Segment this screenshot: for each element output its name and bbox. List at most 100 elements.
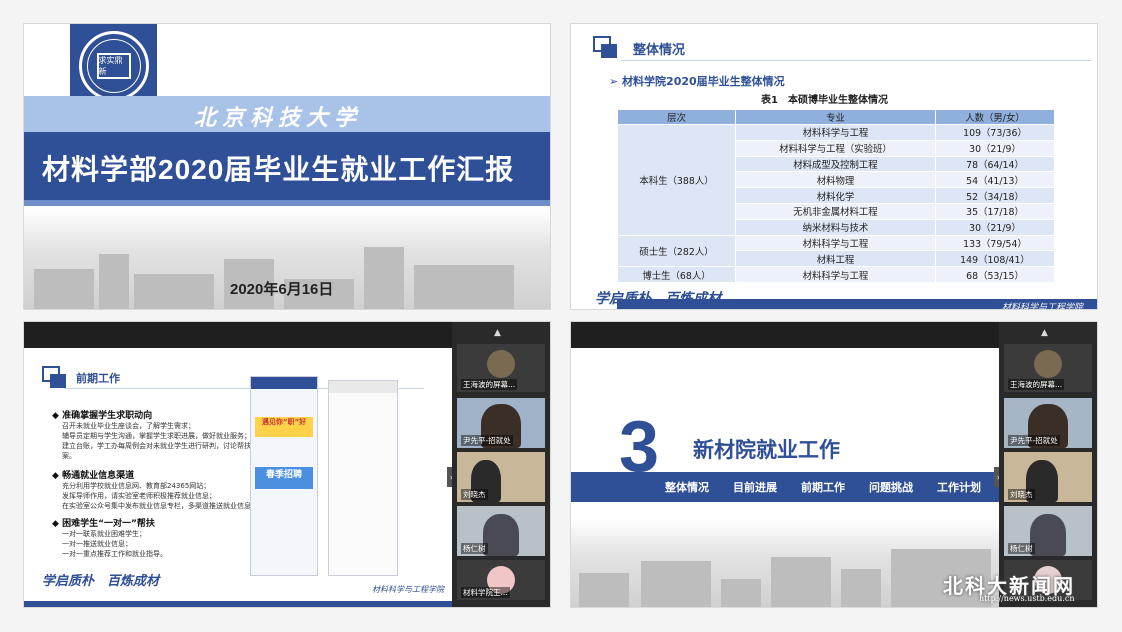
participant-tile[interactable]: 材料学院王...	[457, 560, 545, 600]
bullet-line: 辅导员定期与学生沟通，掌握学生求职进展，做好就业服务；	[62, 432, 251, 440]
agenda-nav: 整体情况 目前进展 前期工作 问题挑战 工作计划	[571, 472, 1001, 502]
bullet-heading-2-text: 畅通就业信息渠道	[62, 471, 135, 481]
footer-department: 材料科学与工程学院	[1001, 303, 1083, 310]
level-cell: 本科生（388人）	[617, 124, 736, 236]
wechat-screenshot-2	[328, 380, 398, 576]
phone-banner-1: 遇见你“职”好	[255, 417, 313, 437]
participant-name: 尹先平-招就处	[461, 435, 513, 446]
participant-tile[interactable]: 尹先平-招就处	[1004, 398, 1092, 448]
chevron-up-icon[interactable]: ▲	[1041, 328, 1048, 338]
participant-video	[483, 514, 519, 556]
graduate-stats-table: 层次 专业 人数（男/女） 本科生（388人） 材料科学与工程 109（73/3…	[617, 109, 1055, 283]
major-cell: 材料工程	[735, 250, 936, 268]
table-caption: 表1 本硕博毕业生整体情况	[761, 95, 888, 106]
agenda-item: 目前进展	[733, 481, 777, 494]
footer-department: 材料科学与工程学院	[372, 585, 444, 594]
overall-table-slide-panel: 整体情况 ➢ 材料学院2020届毕业生整体情况 表1 本硕博毕业生整体情况 层次…	[570, 23, 1098, 310]
bullet-heading-3: ◆ 困难学生“一对一”帮扶	[52, 519, 155, 529]
count-cell: 52（34/18）	[935, 187, 1055, 204]
table-row: 本科生（388人） 材料科学与工程 109（73/36）	[617, 124, 1055, 236]
bullet-line: 发挥导师作用，请实验室老师积极推荐就业信息；	[62, 492, 216, 500]
major-cell: 材料化学	[735, 187, 936, 204]
bullet-heading-1-text: 准确掌握学生求职动向	[62, 411, 153, 421]
major-cell: 纳米材料与技术	[735, 218, 936, 236]
participant-name: 杨仁树	[461, 543, 488, 554]
major-cell: 无机非金属材料工程	[735, 202, 936, 220]
count-cell: 149（108/41）	[935, 250, 1055, 268]
major-cell: 材料科学与工程	[735, 234, 936, 252]
title-band-stripe	[24, 200, 550, 206]
bullet-line: 一对一推送就业信息；	[62, 540, 132, 548]
chevron-up-icon[interactable]: ▲	[494, 328, 501, 338]
bullet-line: 召开未就业毕业生座谈会，了解学生需求；	[62, 422, 195, 430]
campus-skyline-image	[571, 519, 1001, 607]
bullet-line: 一对一联系就业困难学生；	[62, 530, 146, 538]
bullet-line: 建立台账，学工办每周例会对未就业学生进行研判，讨论帮扶方案。	[62, 442, 258, 460]
agenda-item: 问题挑战	[869, 481, 913, 494]
count-cell: 133（79/54）	[935, 234, 1055, 252]
meeting-panel-early-work: 前期工作 ◆ 准确掌握学生求职动向 召开未就业毕业生座谈会，了解学生需求； 辅导…	[23, 321, 551, 608]
major-cell: 材料科学与工程	[735, 124, 936, 141]
participant-name: 刘晓杰	[461, 489, 488, 500]
participant-tile[interactable]: 杨仁树	[1004, 506, 1092, 556]
participant-video	[1030, 514, 1066, 556]
count-cell: 109（73/36）	[935, 124, 1055, 141]
shared-slide: 前期工作 ◆ 准确掌握学生求职动向 召开未就业毕业生座谈会，了解学生需求； 辅导…	[24, 348, 454, 607]
header-count: 人数（男/女）	[935, 109, 1055, 125]
major-cell: 材料物理	[735, 171, 936, 189]
participant-tile[interactable]: 刘晓杰	[1004, 452, 1092, 502]
section-mark-icon	[42, 366, 68, 388]
bullet-heading-2: ◆ 畅通就业信息渠道	[52, 471, 135, 481]
bullet-body-1: 召开未就业毕业生座谈会，了解学生需求； 辅导员定期与学生沟通，掌握学生求职进展，…	[62, 421, 262, 461]
bullet-body-3: 一对一联系就业困难学生； 一对一推送就业信息； 一对一重点推荐工作和就业指导。	[62, 529, 262, 559]
participant-tile[interactable]: 刘晓杰	[457, 452, 545, 502]
shared-slide: 3 新材院就业工作 整体情况 目前进展 前期工作 问题挑战 工作计划	[571, 348, 1001, 607]
participant-name: 杨仁树	[1008, 543, 1035, 554]
bullet-line: 在实验室公众号集中发布就业信息专栏，多渠道推送就业信息。	[62, 502, 258, 510]
count-cell: 30（21/9）	[935, 139, 1055, 157]
logo-text: 求实鼎新	[96, 53, 131, 79]
participant-name: 材料学院王...	[461, 587, 510, 598]
slide-title: 材料学部2020届毕业生就业工作汇报	[42, 154, 515, 185]
count-cell: 35（17/18）	[935, 202, 1055, 220]
section-title: 整体情况	[633, 42, 686, 57]
footer-motto: 学启质朴 百炼成材	[595, 291, 721, 307]
participant-name: 王海波的屏幕...	[1008, 379, 1065, 390]
table-row: 硕士生（282人） 材料科学与工程 133（79/54）	[617, 234, 1055, 268]
participant-tile[interactable]: 杨仁树	[457, 506, 545, 556]
participant-tile[interactable]: 王海波的屏幕...	[1004, 344, 1092, 392]
agenda-item: 整体情况	[665, 481, 709, 494]
avatar	[1034, 350, 1062, 378]
major-cell: 材料成型及控制工程	[735, 155, 936, 173]
count-cell: 78（64/14）	[935, 155, 1055, 173]
bullet-line: 一对一重点推荐工作和就业指导。	[62, 550, 167, 558]
section-title: 前期工作	[76, 373, 120, 385]
participant-tile[interactable]: 王海波的屏幕...	[457, 344, 545, 392]
news-watermark-url: http://news.ustb.edu.cn	[979, 594, 1075, 603]
table-header-row: 层次 专业 人数（男/女）	[617, 109, 1055, 125]
participant-sidebar: ▲ 王海波的屏幕... 尹先平-招就处 刘晓杰 杨仁树	[999, 322, 1097, 607]
table-subheading: ➢ 材料学院2020届毕业生整体情况	[609, 75, 785, 88]
header-level: 层次	[617, 109, 736, 125]
agenda-item: 前期工作	[801, 481, 845, 494]
participant-name: 王海波的屏幕...	[461, 379, 518, 390]
screenshot-canvas: 求实鼎新 北京科技大学 材料学部2020届毕业生就业工作汇报 2020年6月16…	[0, 0, 1122, 632]
section-divider	[621, 60, 1091, 61]
slide-date: 2020年6月16日	[230, 281, 334, 298]
table-row: 博士生（68人） 材料科学与工程 68（53/15）	[617, 266, 1055, 283]
phone-banner-2: 春季招聘	[255, 467, 313, 489]
agenda-item: 工作计划	[937, 481, 981, 494]
major-cell: 材料科学与工程（实验班）	[735, 139, 936, 157]
university-calligraphy: 北京科技大学	[194, 105, 363, 131]
participant-name: 刘晓杰	[1008, 489, 1035, 500]
logo-seal-icon: 求实鼎新	[78, 31, 149, 101]
bullet-body-2: 充分利用学校就业信息网、教育部24365网站； 发挥导师作用，请实验室老师积极推…	[62, 481, 262, 511]
count-cell: 68（53/15）	[935, 266, 1055, 283]
major-cell: 材料科学与工程	[735, 266, 936, 283]
footer-band	[24, 601, 454, 607]
footer-motto: 学启质朴 百炼成材	[42, 574, 160, 589]
header-major: 专业	[735, 109, 936, 125]
wechat-screenshot-1: 遇见你“职”好 春季招聘	[250, 376, 318, 576]
participant-tile[interactable]: 尹先平-招就处	[457, 398, 545, 448]
section-title: 新材院就业工作	[693, 439, 840, 462]
